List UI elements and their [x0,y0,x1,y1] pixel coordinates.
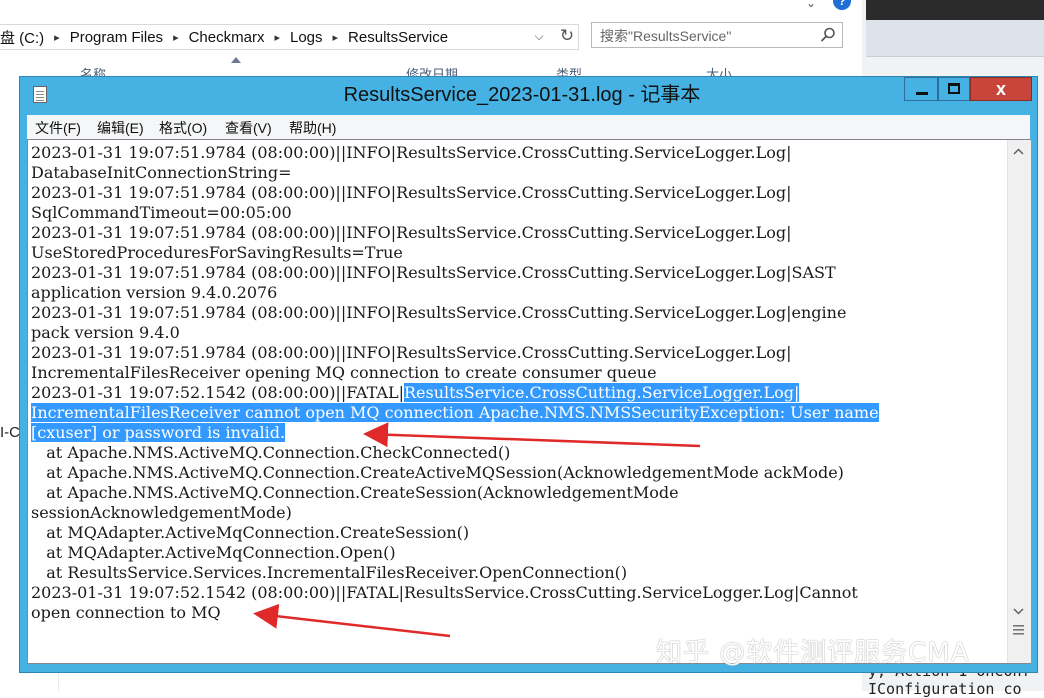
log-line-text: 2023-01-31 19:07:51.9784 (08:00:00)||INF… [31,263,836,282]
background-code-line-2: IConfiguration co [868,680,1022,698]
log-line-text: 2023-01-31 19:07:52.1542 (08:00:00)||FAT… [31,583,858,602]
log-line-text: sessionAcknowledgementMode) [31,503,292,522]
ribbon-expand-icon[interactable]: ⌄ [806,0,816,10]
menu-format[interactable]: 格式(O) [159,118,207,138]
navigation-pane-item-fragment[interactable]: I-C [0,424,20,441]
log-line: SqlCommandTimeout=00:05:00 [31,203,292,223]
log-line-text: DatabaseInitConnectionString= [31,163,292,182]
log-line: UseStoredProceduresForSavingResults=True [31,243,403,263]
log-line-text: at MQAdapter.ActiveMqConnection.CreateSe… [31,523,470,542]
log-line: sessionAcknowledgementMode) [31,503,292,523]
selected-text: IncrementalFilesReceiver cannot open MQ … [31,403,879,422]
vertical-scrollbar[interactable] [1007,140,1031,663]
log-line: IncrementalFilesReceiver opening MQ conn… [31,363,657,383]
menu-view[interactable]: 查看(V) [225,118,272,138]
log-line-text: open connection to MQ [31,603,221,622]
close-button[interactable]: x [970,77,1032,101]
log-line: at MQAdapter.ActiveMqConnection.Open() [31,543,396,563]
breadcrumb-separator-icon[interactable]: ▸ [54,31,70,44]
log-text-content[interactable]: 2023-01-31 19:07:51.9784 (08:00:00)||INF… [31,143,1006,663]
log-line: 2023-01-31 19:07:51.9784 (08:00:00)||INF… [31,223,792,243]
log-line: 2023-01-31 19:07:51.9784 (08:00:00)||INF… [31,263,836,283]
maximize-button[interactable] [938,77,970,101]
log-line: 2023-01-31 19:07:51.9784 (08:00:00)||INF… [31,343,792,363]
notepad-title: ResultsService_2023-01-31.log - 记事本 [343,84,701,106]
breadcrumb-separator-icon[interactable]: ▸ [333,31,349,44]
log-line: application version 9.4.0.2076 [31,283,277,303]
close-icon: x [995,79,1006,99]
log-line-text: at Apache.NMS.ActiveMQ.Connection.CheckC… [31,443,511,462]
breadcrumb-item[interactable]: 盘 (C:) [0,27,54,48]
menu-file[interactable]: 文件(F) [35,118,81,138]
background-window-toolbar [866,20,1044,56]
log-line: at Apache.NMS.ActiveMQ.Connection.Create… [31,463,844,483]
breadcrumb-item[interactable]: ResultsService [348,29,458,46]
scroll-up-icon[interactable] [1010,145,1027,159]
log-line: 2023-01-31 19:07:52.1542 (08:00:00)||FAT… [31,383,800,403]
log-line: DatabaseInitConnectionString= [31,163,291,183]
background-window-titlebar [866,0,1044,20]
breadcrumb-item[interactable]: Logs [290,29,333,46]
breadcrumb-item[interactable]: Program Files [70,29,173,46]
menu-bar: 文件(F) 编辑(E) 格式(O) 查看(V) 帮助(H) [27,115,1030,139]
log-line-text: 2023-01-31 19:07:51.9784 (08:00:00)||INF… [31,303,847,322]
log-line-text: 2023-01-31 19:07:52.1542 (08:00:00)||FAT… [31,383,404,402]
log-line: 2023-01-31 19:07:51.9784 (08:00:00)||INF… [31,303,846,323]
breadcrumb-separator-icon[interactable]: ▸ [274,31,290,44]
log-line-text: SqlCommandTimeout=00:05:00 [31,203,292,222]
log-line: at ResultsService.Services.IncrementalFi… [31,563,627,583]
log-line: at Apache.NMS.ActiveMQ.Connection.CheckC… [31,443,510,463]
log-line: at MQAdapter.ActiveMqConnection.CreateSe… [31,523,469,543]
explorer-top-strip [0,0,862,18]
log-line: 2023-01-31 19:07:51.9784 (08:00:00)||INF… [31,183,792,203]
menu-help[interactable]: 帮助(H) [289,118,336,138]
log-line: 2023-01-31 19:07:52.1542 (08:00:00)||FAT… [31,583,858,603]
log-line: 2023-01-31 19:07:51.9784 (08:00:00)||INF… [31,143,792,163]
refresh-icon[interactable]: ↻ [556,24,578,48]
breadcrumb-separator-icon[interactable]: ▸ [173,31,189,44]
breadcrumb[interactable]: 盘 (C:) ▸ Program Files ▸ Checkmarx ▸ Logs ▸ Resu… [0,24,579,50]
log-line-text: 2023-01-31 19:07:51.9784 (08:00:00)||INF… [31,183,792,202]
menu-edit[interactable]: 编辑(E) [97,118,144,138]
background-window-divider [866,56,1044,57]
minimize-button[interactable] [904,77,938,101]
scroll-down-icon[interactable] [1010,604,1027,618]
search-icon[interactable] [818,25,838,45]
selected-text: ResultsService.CrossCutting.ServiceLogge… [403,383,800,402]
selected-text: [cxuser] or password is invalid. [31,423,286,442]
log-line-text: at Apache.NMS.ActiveMQ.Connection.Create… [31,483,679,502]
log-line: at Apache.NMS.ActiveMQ.Connection.Create… [31,483,679,503]
log-line-text: pack version 9.4.0 [31,323,180,342]
log-line-text: 2023-01-31 19:07:51.9784 (08:00:00)||INF… [31,143,792,162]
sort-ascending-icon [231,57,241,63]
log-line: open connection to MQ [31,603,221,623]
watermark: 知乎 @软件测评服务CMA [656,638,970,668]
log-line-text: IncrementalFilesReceiver opening MQ conn… [31,363,657,382]
breadcrumb-item[interactable]: Checkmarx [189,29,275,46]
search-input[interactable]: 搜索"ResultsService" [591,22,843,48]
log-line-text: at MQAdapter.ActiveMqConnection.Open() [31,543,396,562]
log-line-text: 2023-01-31 19:07:51.9784 (08:00:00)||INF… [31,223,792,242]
log-line: IncrementalFilesReceiver cannot open MQ … [31,403,879,423]
log-line-text: at Apache.NMS.ActiveMQ.Connection.Create… [31,463,844,482]
log-line-text: application version 9.4.0.2076 [31,283,278,302]
log-line: pack version 9.4.0 [31,323,180,343]
log-line-text: 2023-01-31 19:07:51.9784 (08:00:00)||INF… [31,343,792,362]
log-line-text: UseStoredProceduresForSavingResults=True [31,243,403,262]
log-line: [cxuser] or password is invalid. [31,423,286,443]
resize-grip-icon[interactable] [1011,622,1026,638]
address-history-dropdown-icon[interactable]: ⌵ [531,28,547,44]
log-line-text: at ResultsService.Services.IncrementalFi… [31,563,628,582]
